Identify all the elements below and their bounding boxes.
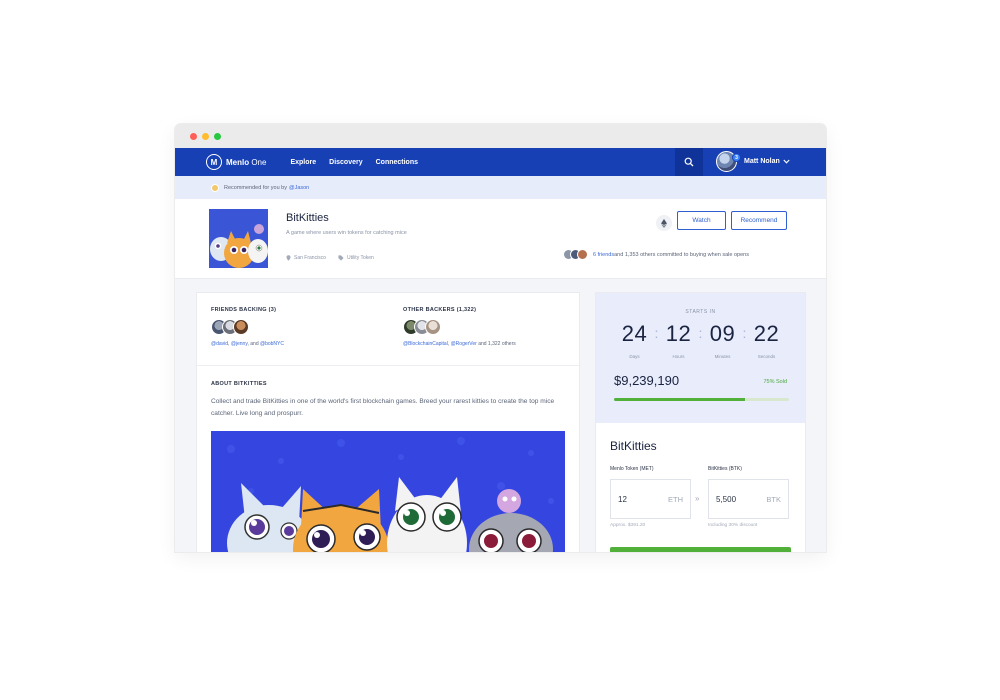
backer-link-david[interactable]: @david: [211, 341, 228, 347]
top-navigation: M Menlo One Explore Discovery Connection…: [175, 148, 826, 176]
category-tag: Utility Token: [338, 255, 374, 261]
brand-logo-link[interactable]: M Menlo One: [206, 154, 266, 170]
countdown-days: 24 Days: [621, 321, 648, 360]
backer-avatar[interactable]: [425, 319, 441, 335]
from-token-label: Menlo Token (MET): [610, 466, 654, 472]
location-tag: San Francisco: [286, 255, 326, 261]
backers-section: FRIENDS BACKING (3) @david, @jenny, and …: [197, 293, 579, 366]
brand-name: Menlo One: [226, 157, 267, 167]
other-backers-names: @BlockchainCapital, @RogerVer and 1,322 …: [403, 341, 516, 347]
about-section: ABOUT BITKITTIES Collect and trade BitKi…: [197, 366, 579, 552]
search-icon: [684, 157, 694, 167]
maximize-dot[interactable]: [214, 132, 221, 140]
sale-card: STARTS IN 24 Days : 12 Hours : 09 Minute…: [595, 292, 806, 552]
recommendation-bar: Recommended for you by @Jason: [175, 176, 826, 199]
close-dot[interactable]: [190, 132, 197, 140]
recommendation-text: Recommended for you by: [224, 184, 287, 191]
friends-backing-avatars: [211, 319, 284, 335]
tag-icon: [338, 255, 344, 261]
friends-backing-names: @david, @jenny, and @bobNYC: [211, 341, 284, 347]
from-amount-unit: ETH: [668, 494, 683, 504]
starts-in-label: STARTS IN: [685, 309, 716, 315]
from-amount-input[interactable]: 12 ETH: [610, 479, 691, 519]
backer-link-bobnyc[interactable]: @bobNYC: [260, 341, 284, 347]
window-titlebar: [175, 124, 826, 148]
other-backers: OTHER BACKERS (1,322) @BlockchainCapital…: [403, 307, 516, 347]
menlo-logo-icon: M: [206, 154, 222, 170]
other-backers-avatars: [403, 319, 516, 335]
minimize-dot[interactable]: [202, 132, 209, 140]
project-meta: San Francisco Utility Token: [286, 255, 374, 261]
backer-link-rogerver[interactable]: @RogerVer: [451, 341, 477, 347]
conversion-arrow-icon: »: [695, 494, 700, 503]
other-backers-heading: OTHER BACKERS (1,322): [403, 307, 477, 313]
project-details-card: FRIENDS BACKING (3) @david, @jenny, and …: [196, 292, 580, 552]
nav-link-connections[interactable]: Connections: [376, 159, 418, 166]
sale-progress-bar: [614, 398, 789, 401]
sale-progress-fill: [614, 398, 746, 401]
location-pin-icon: [286, 255, 291, 261]
nav-links: Explore Discovery Connections: [290, 159, 418, 166]
to-token-label: BitKitties (BTK): [708, 466, 742, 472]
about-heading: ABOUT BITKITTIES: [211, 381, 267, 387]
countdown-seconds: 22 Seconds: [753, 321, 780, 360]
recommender-link[interactable]: @Jason: [289, 185, 309, 191]
amount-raised: $9,239,190: [614, 373, 680, 388]
project-thumbnail: [209, 209, 268, 268]
countdown-hours: 12 Hours: [665, 321, 692, 360]
countdown-minutes: 09 Minutes: [709, 321, 736, 360]
project-header: BitKitties A game where users win tokens…: [175, 199, 826, 279]
friends-link[interactable]: 6 friends: [593, 252, 614, 258]
from-amount-hint: Approx. $391.20: [610, 523, 646, 528]
ethereum-icon: [656, 215, 672, 231]
recommender-avatar: [211, 183, 219, 192]
user-name: Matt Nolan: [744, 158, 780, 165]
friends-avatars: [563, 249, 588, 260]
to-amount-hint: Including 30% discount: [708, 523, 758, 528]
nav-link-discovery[interactable]: Discovery: [329, 159, 362, 166]
watch-button[interactable]: Watch: [677, 211, 726, 230]
friends-committed: 6 friends and 1,353 others committed to …: [563, 249, 749, 260]
backer-link-blockchaincapital[interactable]: @BlockchainCapital: [403, 341, 448, 347]
countdown-panel: STARTS IN 24 Days : 12 Hours : 09 Minute…: [596, 293, 805, 423]
committed-text: and 1,353 others committed to buying whe…: [614, 251, 749, 258]
backer-avatar[interactable]: [233, 319, 249, 335]
project-subtitle: A game where users win tokens for catchi…: [286, 230, 407, 236]
friends-backing: FRIENDS BACKING (3) @david, @jenny, and …: [211, 307, 284, 347]
nav-link-explore[interactable]: Explore: [290, 159, 316, 166]
recommend-button[interactable]: Recommend: [731, 211, 787, 230]
friend-avatar: [577, 249, 588, 260]
about-description: Collect and trade BitKitties in one of t…: [211, 398, 555, 417]
countdown-timer: 24 Days : 12 Hours : 09 Minutes : 22 Sec…: [596, 321, 805, 360]
notification-badge: 3: [732, 153, 741, 162]
to-amount-input[interactable]: 5,500 BTK: [708, 479, 789, 519]
backer-link-jenny[interactable]: @jenny: [231, 341, 248, 347]
chevron-down-icon: [783, 159, 790, 164]
from-amount-value: 12: [618, 494, 627, 504]
to-amount-unit: BTK: [766, 494, 781, 504]
project-hero-image: [211, 431, 565, 552]
buy-button[interactable]: [610, 547, 791, 552]
percent-sold: 75% Sold: [763, 379, 787, 385]
user-menu[interactable]: 3 Matt Nolan: [716, 151, 790, 172]
browser-window: M Menlo One Explore Discovery Connection…: [175, 124, 826, 552]
project-title: BitKitties: [286, 212, 329, 224]
search-button[interactable]: [675, 148, 703, 176]
to-amount-value: 5,500: [716, 494, 737, 504]
friends-backing-heading: FRIENDS BACKING (3): [211, 307, 277, 313]
purchase-title: BitKitties: [610, 439, 657, 453]
